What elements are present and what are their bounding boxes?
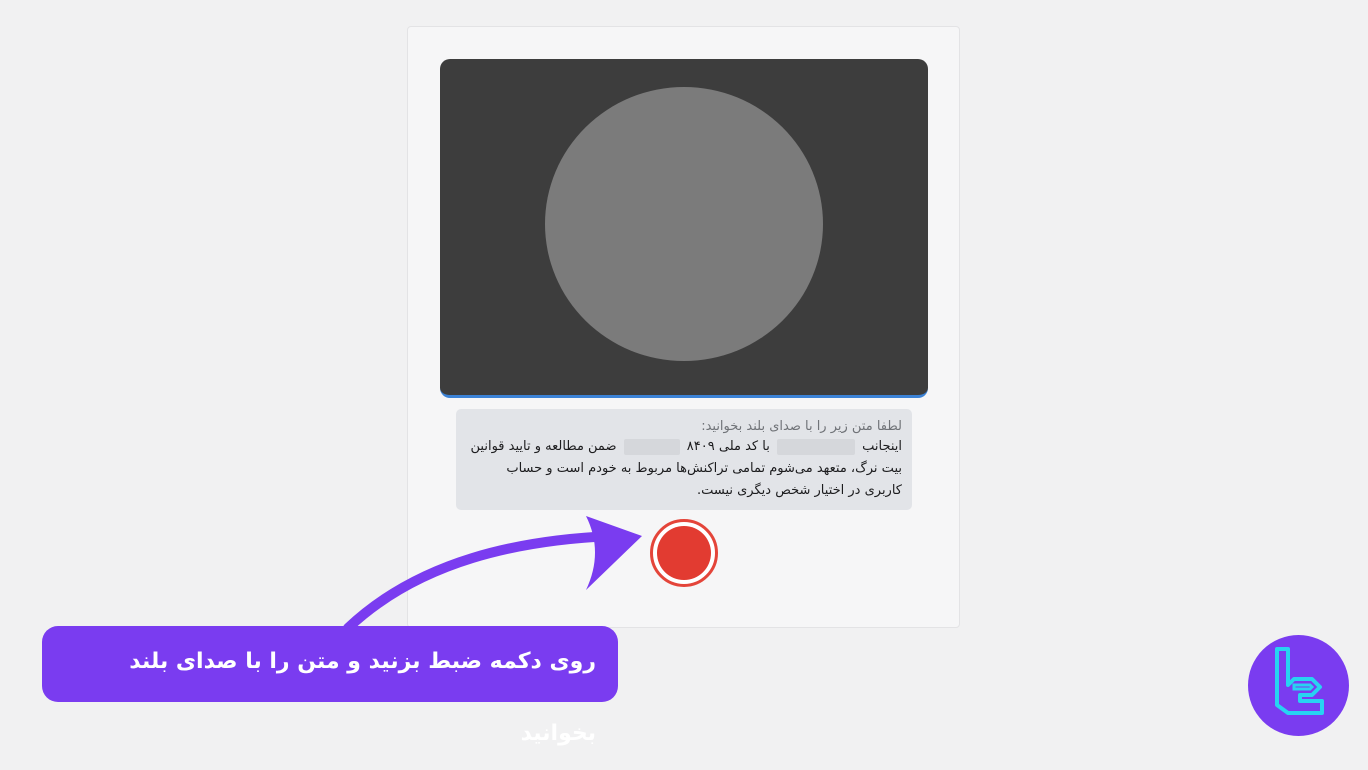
redacted-name xyxy=(776,438,855,455)
tradingfinder-logo-icon xyxy=(1248,635,1349,736)
face-guide-circle xyxy=(545,87,823,361)
statement-national-code-suffix: ۸۴۰۹ xyxy=(686,439,715,454)
redacted-national-code xyxy=(623,438,680,455)
read-aloud-instruction: لطفا متن زیر را با صدای بلند بخوانید: xyxy=(701,419,902,434)
instruction-callout: روی دکمه ضبط بزنید و متن را با صدای بلند… xyxy=(42,626,618,746)
read-aloud-text-box: لطفا متن زیر را با صدای بلند بخوانید: ای… xyxy=(456,409,912,510)
statement-national-code-label: با کد ملی xyxy=(718,439,770,454)
statement-intro: اینجانب xyxy=(862,439,902,454)
read-aloud-statement: اینجانب با کد ملی ۸۴۰۹ ضمن مطالعه و تایی… xyxy=(466,436,902,502)
record-button[interactable] xyxy=(650,519,718,587)
camera-preview xyxy=(440,59,928,398)
record-icon xyxy=(657,526,711,580)
